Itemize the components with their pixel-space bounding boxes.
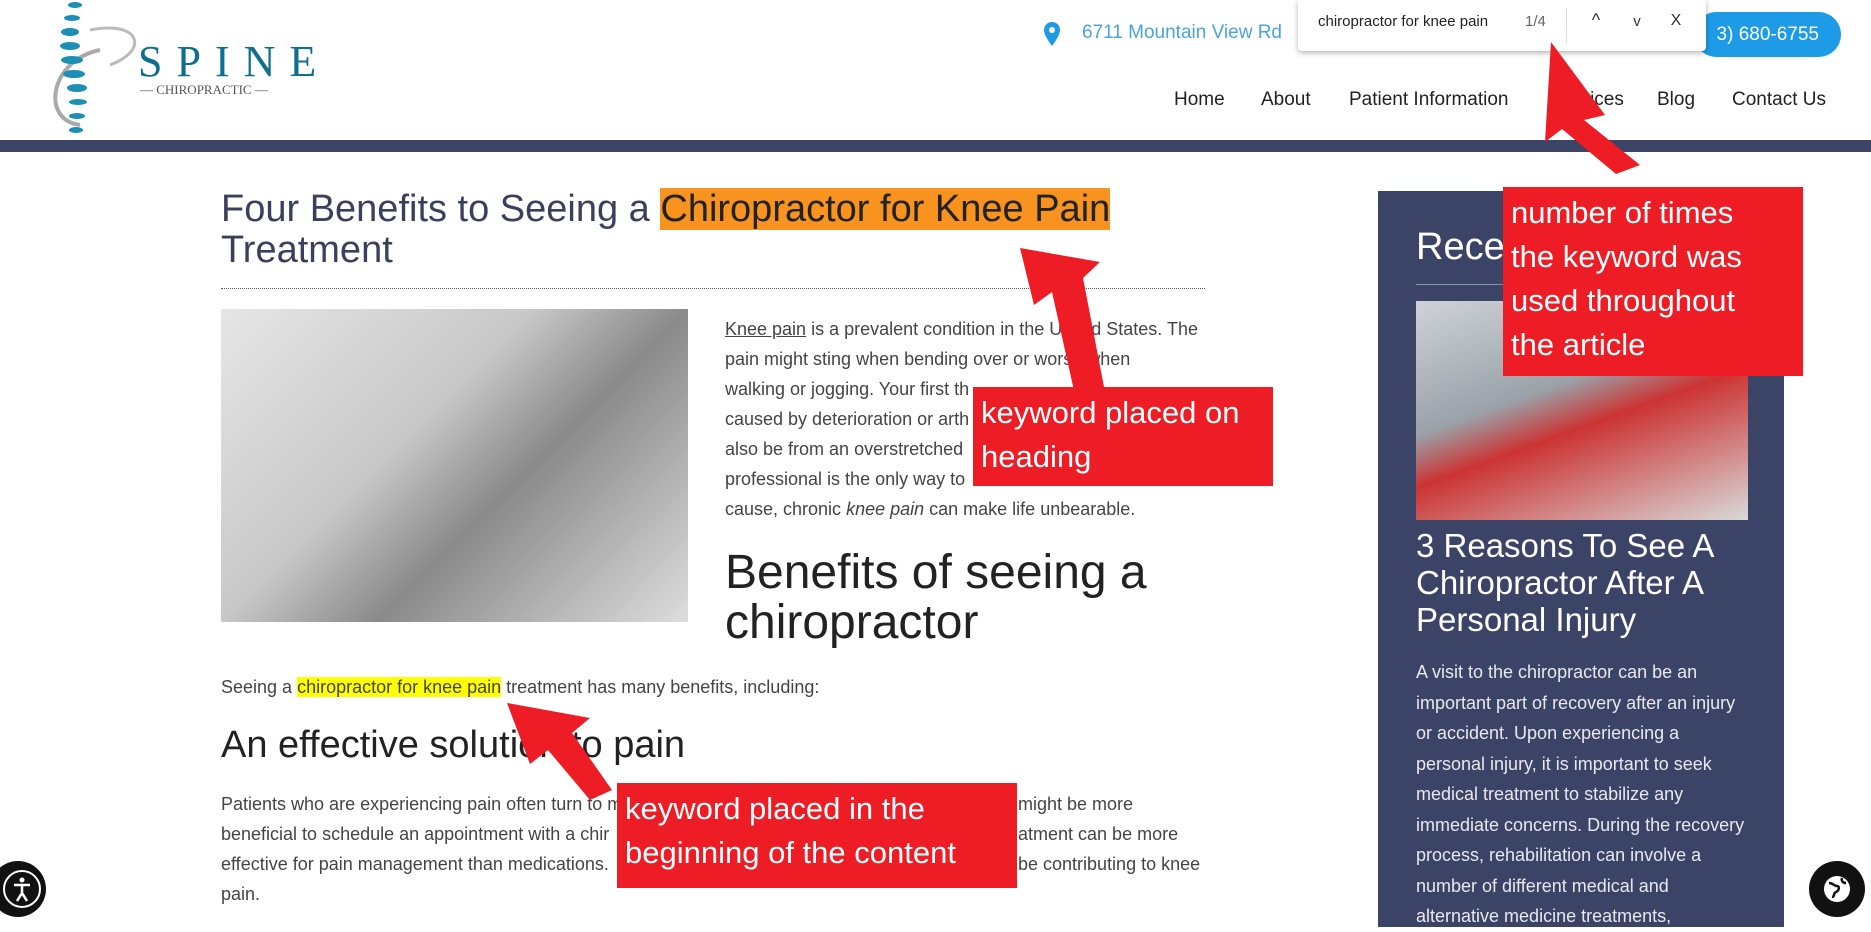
annotation-heading: keyword placed on heading <box>973 387 1273 486</box>
annotation-line: the keyword was <box>1511 239 1742 274</box>
globe-icon <box>1824 876 1850 902</box>
arrow-to-content-icon <box>507 703 612 800</box>
accessibility-icon <box>3 870 41 908</box>
annotation-line: beginning of the content <box>625 835 956 870</box>
annotation-line: keyword placed on <box>981 395 1240 430</box>
arrow-to-count-icon <box>1545 42 1640 174</box>
accessibility-button[interactable] <box>0 861 46 917</box>
annotation-keyword-count: number of times the keyword was used thr… <box>1503 187 1803 376</box>
annotation-line: used throughout <box>1511 283 1736 318</box>
annotation-line: heading <box>981 439 1092 474</box>
annotation-line: keyword placed in the <box>625 791 925 826</box>
annotation-line: the article <box>1511 327 1646 362</box>
arrow-to-heading-icon <box>1020 248 1105 395</box>
annotation-line: number of times <box>1511 195 1734 230</box>
annotation-content: keyword placed in the beginning of the c… <box>617 783 1017 888</box>
language-button[interactable] <box>1809 861 1865 917</box>
